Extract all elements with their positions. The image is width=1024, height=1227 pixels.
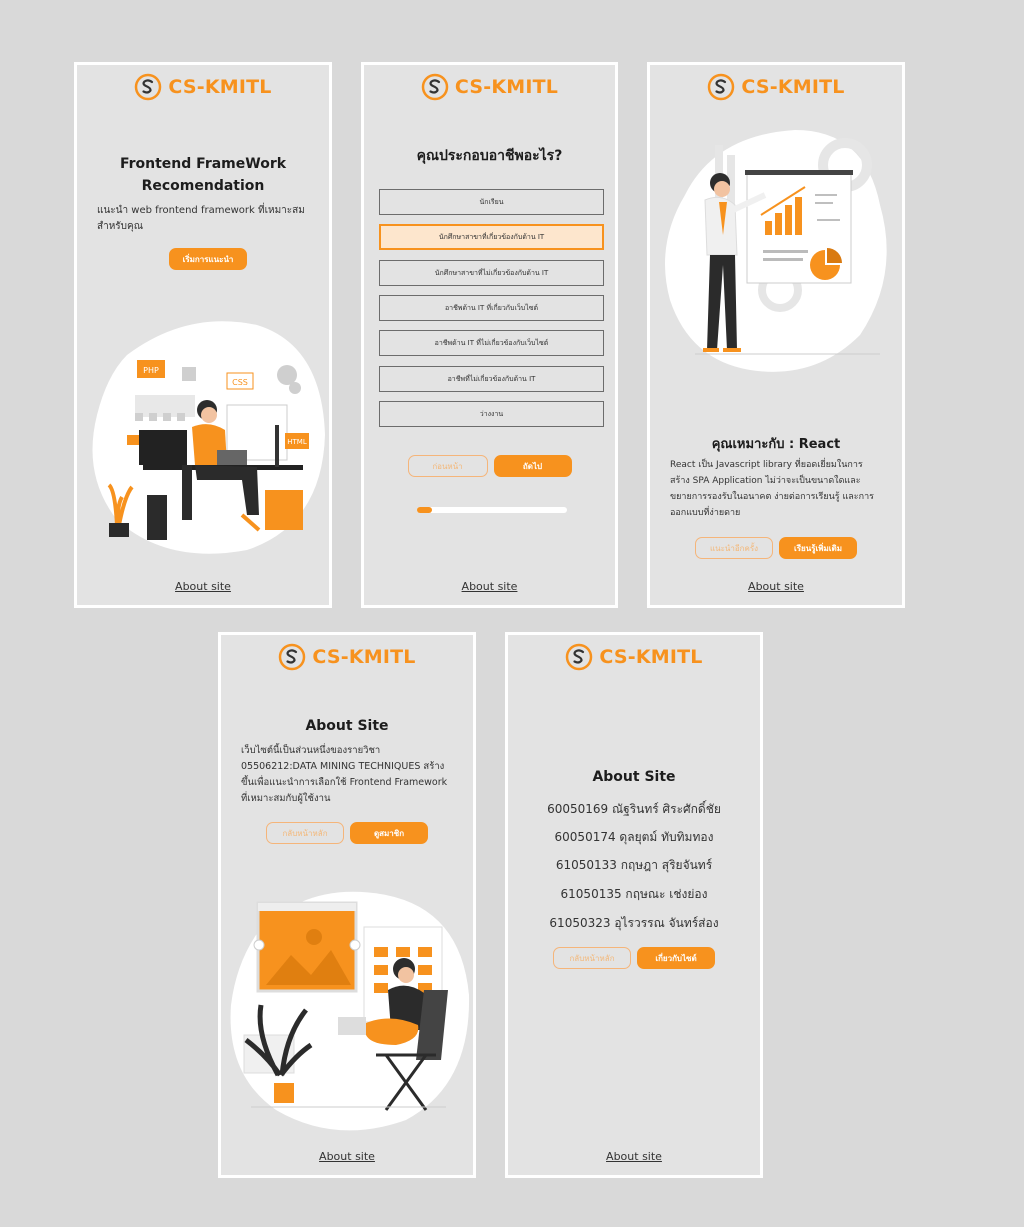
option-unemployed[interactable]: ว่างงาน (379, 401, 604, 427)
page-title: Frontend FrameWork Recomendation (77, 153, 329, 197)
brand-name: CS-KMITL (168, 76, 272, 98)
brand-logo[interactable]: CS-KMITL (364, 73, 615, 101)
logo-icon (279, 643, 306, 671)
website-builder-illustration (230, 891, 470, 1131)
logo-icon (135, 73, 162, 101)
view-members-button[interactable]: ดูสมาชิก (350, 822, 428, 844)
option-non-it-job[interactable]: อาชีพที่ไม่เกี่ยวข้องกับด้าน IT (379, 366, 604, 392)
about-description: เว็บไซต์นี้เป็นส่วนหนึ่งของรายวิชา 05506… (241, 745, 448, 804)
option-student[interactable]: นักเรียน (379, 189, 604, 215)
progress-bar (417, 507, 567, 513)
php-tag-label: PHP (143, 366, 159, 375)
about-site-link[interactable]: About site (364, 580, 615, 593)
title-line-2: Recomendation (141, 178, 265, 194)
brand-logo[interactable]: CS-KMITL (650, 73, 902, 101)
members-screen: CS-KMITL About Site 60050169 ณัฐรินทร์ ศ… (505, 632, 763, 1178)
result-description: React เป็น Javascript library ที่ยอดเยี่… (670, 460, 874, 518)
option-non-it-student[interactable]: นักศึกษาสาขาที่ไม่เกี่ยวข้องกับด้าน IT (379, 260, 604, 286)
back-button[interactable]: ก่อนหน้า (407, 455, 488, 477)
brand-name: CS-KMITL (454, 76, 559, 98)
brand-name: CS-KMITL (312, 646, 416, 668)
about-site-link[interactable]: About site (508, 1150, 760, 1163)
about-title: About Site (305, 718, 389, 734)
member-item: 60050174 ดุลยุตม์ ทับทิมทอง (554, 830, 714, 844)
learn-more-button[interactable]: เรียนรู้เพิ่มเติม (779, 537, 857, 559)
presentation-illustration (665, 130, 887, 372)
member-item: 60050169 ณัฐรินทร์ ศิระศักดิ์ชัย (547, 802, 721, 816)
option-it-web-job[interactable]: อาชีพด้าน IT ที่เกี่ยวกับเว็บไซต์ (379, 295, 604, 321)
progress-fill (417, 507, 432, 513)
result-screen: CS-KMITL คุณเหมาะกับ : React React เป็น … (647, 62, 905, 608)
css-tag-label: CSS (232, 378, 248, 387)
intro-text: แนะนำ web frontend framework ที่เหมาะสมส… (97, 205, 305, 232)
start-recommendation-button[interactable]: เริ่มการแนะนำ (169, 248, 247, 270)
about-site-link[interactable]: About site (650, 580, 902, 593)
brand-name: CS-KMITL (599, 646, 703, 668)
brand-logo[interactable]: CS-KMITL (508, 643, 760, 671)
brand-name: CS-KMITL (741, 76, 845, 98)
about-site-link[interactable]: About site (77, 580, 329, 593)
result-title: คุณเหมาะกับ : React (711, 437, 841, 452)
retry-button[interactable]: แนะนำอีกครั้ง (695, 537, 773, 559)
about-site-link[interactable]: About site (221, 1150, 473, 1163)
option-it-student[interactable]: นักศึกษาสาขาที่เกี่ยวข้องกับด้าน IT (379, 224, 604, 250)
logo-icon (421, 73, 449, 101)
member-item: 61050323 อุไรวรรณ จันทร์ส่อง (549, 916, 719, 930)
home-screen: CS-KMITL Frontend FrameWork Recomendatio… (74, 62, 332, 608)
brand-logo[interactable]: CS-KMITL (77, 73, 329, 101)
back-home-button[interactable]: กลับหน้าหลัก (266, 822, 344, 844)
question-title: คุณประกอบอาชีพอะไร? (416, 148, 563, 164)
member-item: 61050133 กฤษฎา สุริยจันทร์ (555, 858, 713, 872)
html-tag-label: HTML (287, 438, 307, 446)
brand-logo[interactable]: CS-KMITL (221, 643, 473, 671)
about-screen: CS-KMITL About Site เว็บไซต์นี้เป็นส่วนห… (218, 632, 476, 1178)
about-site-button[interactable]: เกี่ยวกับไซต์ (637, 947, 715, 969)
members-title: About Site (592, 769, 676, 785)
developer-illustration: PHP CSS HTML (92, 321, 325, 554)
logo-icon (708, 73, 735, 101)
question-screen: CS-KMITL คุณประกอบอาชีพอะไร? นักเรียน นั… (361, 62, 618, 608)
next-button[interactable]: ถัดไป (493, 455, 572, 477)
member-item: 61050135 กฤษณะ เช่งย่อง (560, 887, 708, 901)
option-it-non-web-job[interactable]: อาชีพด้าน IT ที่ไม่เกี่ยวข้องกับเว็บไซต์ (379, 330, 604, 356)
title-line-1: Frontend FrameWork (119, 156, 287, 172)
back-home-button[interactable]: กลับหน้าหลัก (553, 947, 631, 969)
logo-icon (566, 643, 593, 671)
